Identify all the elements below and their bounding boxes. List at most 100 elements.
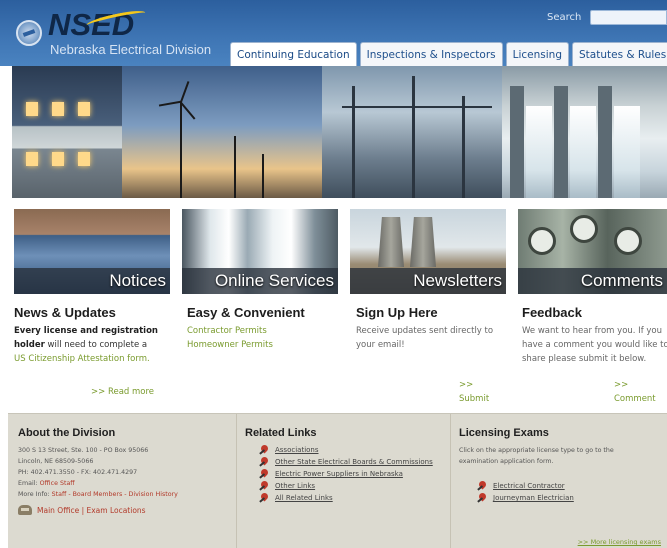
dam-waterfall: [570, 106, 596, 198]
newsletters-tile[interactable]: Newsletters: [350, 209, 506, 294]
hero-dam-image: [502, 66, 667, 198]
tab-licensing[interactable]: Licensing: [505, 42, 569, 66]
more-info-label: More Info:: [18, 491, 52, 498]
office-staff-link[interactable]: Office Staff: [40, 480, 75, 487]
turbine-blade: [158, 101, 181, 107]
homeowner-permits-link[interactable]: Homeowner Permits: [187, 338, 345, 352]
tab-statutes-rules[interactable]: Statutes & Rules: [572, 42, 667, 66]
journeyman-electrician-link[interactable]: Journeyman Electrician: [493, 494, 574, 502]
feedback-heading: Feedback: [522, 305, 582, 320]
pushpin-icon: [259, 493, 269, 503]
dam-pier: [554, 86, 568, 198]
news-bold-1: Every license and registration: [14, 326, 158, 336]
site-subtitle: Nebraska Electrical Division: [50, 42, 212, 57]
nebraska-seal-icon[interactable]: [16, 20, 42, 46]
pushpin-icon: [477, 493, 487, 503]
more-licensing-exams-link[interactable]: >> More licensing exams: [578, 538, 661, 546]
feedback-text: We want to hear from you. If you have a …: [522, 326, 667, 364]
substation-pole: [412, 76, 415, 198]
window-light: [78, 152, 90, 166]
submit-link[interactable]: >> Submit: [459, 378, 506, 406]
related-links-section: Related Links Associations Other State E…: [236, 414, 446, 548]
tab-continuing-education[interactable]: Continuing Education: [230, 42, 357, 66]
comment-link[interactable]: >> Comment: [614, 378, 667, 406]
other-links-link[interactable]: Other Links: [275, 482, 315, 490]
newsletters-tile-label: Newsletters: [413, 271, 502, 290]
notices-tile-label: Notices: [109, 271, 166, 290]
cooling-tower: [410, 217, 436, 267]
sign-up-text: Receive updates sent directly to your em…: [356, 326, 494, 350]
gauge: [570, 215, 598, 243]
email-label: Email:: [18, 480, 40, 487]
pushpin-icon: [259, 457, 269, 467]
pushpin-icon: [259, 481, 269, 491]
hero-banner-image: [12, 66, 667, 198]
comments-tile-label: Comments: [580, 271, 663, 290]
related-links-heading: Related Links: [245, 427, 317, 439]
search-label: Search: [547, 12, 582, 23]
list-item: Electric Power Suppliers in Nebraska: [259, 469, 446, 479]
list-item: Electrical Contractor: [477, 481, 667, 491]
window-light: [52, 152, 64, 166]
substation-beam: [342, 106, 492, 108]
licensing-exams-heading: Licensing Exams: [459, 427, 549, 439]
news-updates-text: Every license and registration holder wi…: [14, 324, 172, 366]
more-info-line: More Info: Staff - Board Members - Divis…: [18, 489, 228, 500]
list-item: Other Links: [259, 481, 446, 491]
associations-link[interactable]: Associations: [275, 446, 319, 454]
dam-pier: [598, 86, 612, 198]
read-more-link[interactable]: >> Read more: [91, 385, 154, 399]
window-light: [26, 152, 38, 166]
contractor-permits-link[interactable]: Contractor Permits: [187, 324, 345, 338]
online-services-tile[interactable]: Online Services: [182, 209, 338, 294]
hero-building-image: [12, 66, 122, 198]
easy-convenient-heading: Easy & Convenient: [187, 305, 305, 320]
licensing-exams-text: Click on the appropriate license type to…: [459, 447, 614, 465]
staff-board-history-link[interactable]: Staff - Board Members - Division History: [52, 491, 178, 498]
turbine-tower: [234, 136, 236, 198]
turbine-blade: [180, 101, 196, 120]
sign-up-heading: Sign Up Here: [356, 305, 438, 320]
sign-up-section: Sign Up Here Receive updates sent direct…: [356, 305, 506, 404]
phone-fax-line: PH: 402.471.3550 - FX: 402.471.4297: [18, 469, 138, 476]
turbine-blade: [180, 81, 189, 103]
list-item: Associations: [259, 445, 446, 455]
list-item: All Related Links: [259, 493, 446, 503]
online-services-tile-label: Online Services: [214, 271, 334, 290]
related-links-list: Associations Other State Electrical Boar…: [245, 445, 446, 503]
office-locations-line[interactable]: Main Office | Exam Locations: [18, 505, 228, 515]
window-light: [78, 102, 90, 116]
pushpin-icon: [259, 445, 269, 455]
substation-pole: [462, 96, 465, 198]
gauge: [614, 227, 642, 255]
other-state-boards-link[interactable]: Other State Electrical Boards & Commissi…: [275, 458, 433, 466]
notices-tile[interactable]: Notices: [14, 209, 170, 294]
search-input[interactable]: [590, 10, 667, 25]
about-division-section: About the Division 300 S 13 Street, Ste.…: [18, 427, 228, 515]
dam-waterfall: [614, 106, 640, 198]
address-line-2: Lincoln, NE 68509-5066: [18, 458, 94, 465]
dam-pier: [510, 86, 524, 198]
hero-substation-image: [322, 66, 502, 198]
dam-waterfall: [526, 106, 552, 198]
gauge: [528, 227, 556, 255]
news-body-rest: will need to complete a: [44, 340, 148, 350]
tab-inspections[interactable]: Inspections & Inspectors: [359, 42, 503, 66]
site-footer: About the Division 300 S 13 Street, Ste.…: [8, 413, 667, 548]
comments-tile[interactable]: Comments: [518, 209, 667, 294]
easy-convenient-section: Easy & Convenient Contractor Permits Hom…: [187, 305, 345, 352]
email-line: Email: Office Staff: [18, 478, 228, 489]
turbine-tower: [180, 102, 182, 198]
electrical-contractor-link[interactable]: Electrical Contractor: [493, 482, 565, 490]
licensing-exams-list: Electrical Contractor Journeyman Electri…: [459, 481, 667, 503]
citizenship-form-link[interactable]: US Citizenship Attestation form.: [14, 354, 150, 364]
office-locations-link[interactable]: Main Office | Exam Locations: [37, 506, 146, 515]
main-nav: Continuing Education Inspections & Inspe…: [230, 42, 667, 66]
news-bold-2: holder: [14, 340, 45, 350]
car-icon: [18, 505, 32, 515]
power-suppliers-link[interactable]: Electric Power Suppliers in Nebraska: [275, 470, 403, 478]
hero-wind-turbines-image: [122, 66, 322, 198]
all-related-links-link[interactable]: All Related Links: [275, 494, 333, 502]
substation-pole: [352, 86, 355, 198]
turbine-tower: [262, 154, 264, 198]
